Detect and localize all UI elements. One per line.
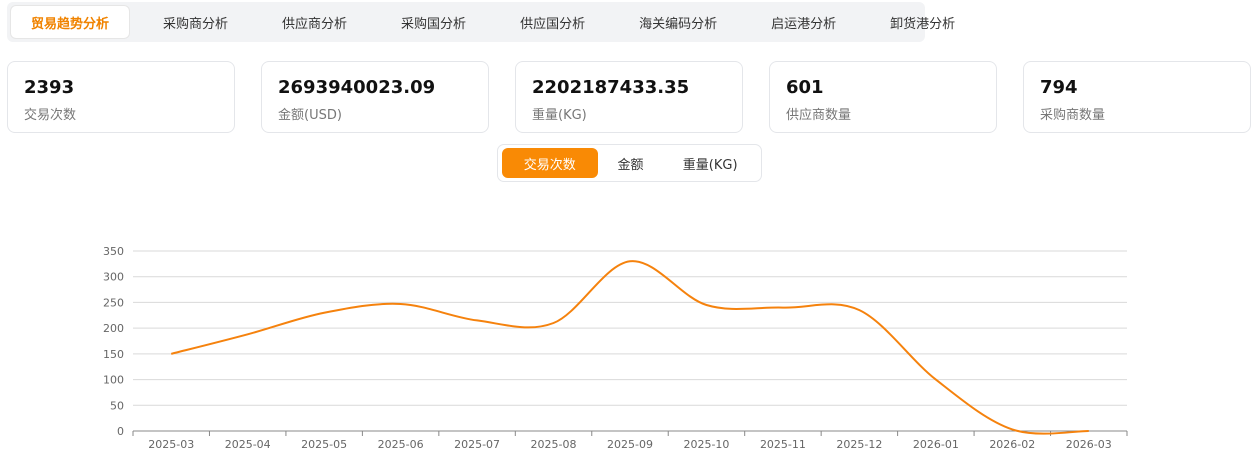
stat-label: 采购商数量 [1040, 108, 1106, 123]
y-tick-label: 100 [103, 374, 124, 387]
stat-value: 601 [786, 77, 824, 98]
tab-6[interactable]: 启运港分析 [751, 6, 856, 38]
y-tick-label: 50 [110, 399, 124, 412]
tab-2[interactable]: 供应商分析 [262, 6, 367, 38]
stat-value: 2202187433.35 [532, 77, 690, 98]
stat-value: 2693940023.09 [278, 77, 436, 98]
y-tick-label: 150 [103, 348, 124, 361]
stat-card: 794 采购商数量 [1023, 61, 1251, 133]
stat-card: 2393 交易次数 [7, 61, 235, 133]
y-tick-label: 250 [103, 296, 124, 309]
stat-label: 金额(USD) [278, 108, 342, 123]
x-tick-label: 2025-12 [836, 438, 882, 451]
data-point [1087, 429, 1091, 433]
x-tick-label: 2025-10 [683, 438, 729, 451]
metric-option-1[interactable]: 金额 [598, 148, 664, 178]
data-point [857, 308, 861, 312]
tab-3[interactable]: 采购国分析 [381, 6, 486, 38]
data-point [934, 378, 938, 382]
stat-value: 794 [1040, 77, 1078, 98]
stat-label: 交易次数 [24, 108, 77, 123]
tab-5[interactable]: 海关编码分析 [619, 6, 737, 38]
data-point [781, 306, 785, 310]
y-tick-label: 0 [117, 425, 124, 438]
metric-option-2[interactable]: 重量(KG) [663, 148, 757, 178]
data-point [552, 321, 556, 325]
trade-trend-line-chart: 0 50 100 150 200 250 300 350 2025-03 2025-04 2025-… [103, 245, 1128, 451]
tab-1[interactable]: 采购商分析 [143, 6, 248, 38]
x-tick-label: 2025-08 [531, 438, 577, 451]
y-tick-label: 350 [103, 245, 124, 258]
data-point [399, 302, 403, 306]
series-line [170, 260, 1089, 435]
data-point [246, 332, 250, 336]
data-point [475, 318, 479, 322]
data-point [1010, 427, 1014, 431]
stat-value: 2393 [24, 77, 75, 98]
data-point [169, 352, 173, 356]
data-point [704, 303, 708, 307]
x-tick-label: 2026-03 [1066, 438, 1112, 451]
x-tick-label: 2025-05 [301, 438, 347, 451]
x-tick-label: 2025-03 [148, 438, 194, 451]
tab-4[interactable]: 供应国分析 [500, 6, 605, 38]
x-tick-label: 2026-01 [913, 438, 959, 451]
metric-option-0[interactable]: 交易次数 [502, 148, 598, 178]
stat-card: 2693940023.09 金额(USD) [261, 61, 489, 133]
analysis-tab-bar: 贸易趋势分析 采购商分析 供应商分析 采购国分析 供应国分析 海关编码分析 启运港分析 卸货港… [7, 2, 955, 42]
x-tick-label: 2025-06 [378, 438, 424, 451]
stat-card: 2202187433.35 重量(KG) [515, 61, 743, 133]
x-tick-label: 2025-09 [607, 438, 653, 451]
y-tick-label: 300 [103, 271, 124, 284]
stat-label: 供应商数量 [786, 108, 852, 123]
data-point [322, 311, 326, 315]
stat-label: 重量(KG) [532, 108, 587, 123]
data-point [628, 259, 632, 263]
x-tick-label: 2025-11 [760, 438, 806, 451]
x-tick-label: 2025-04 [225, 438, 271, 451]
y-tick-label: 200 [103, 322, 124, 335]
tab-0[interactable]: 贸易趋势分析 [11, 6, 130, 38]
tab-7[interactable]: 卸货港分析 [870, 6, 975, 38]
x-tick-label: 2026-02 [989, 438, 1035, 451]
metric-toggle: 交易次数 金额 重量(KG) [497, 144, 762, 182]
stat-card: 601 供应商数量 [769, 61, 997, 133]
x-tick-label: 2025-07 [454, 438, 500, 451]
